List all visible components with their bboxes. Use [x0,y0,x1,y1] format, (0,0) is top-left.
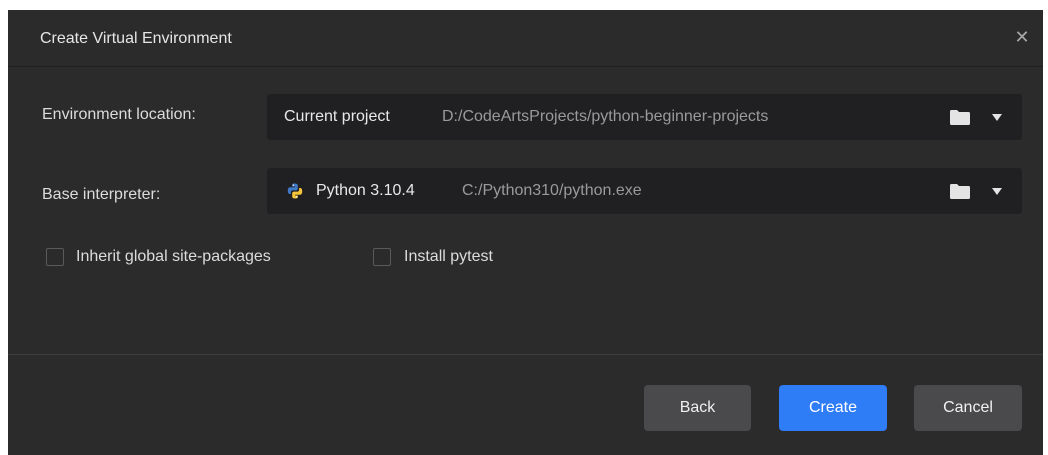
close-icon[interactable]: ✕ [1013,28,1031,46]
environment-location-label: Environment location: [42,106,196,123]
chevron-down-icon[interactable] [992,114,1002,121]
dialog-titlebar: Create Virtual Environment ✕ [8,10,1043,67]
folder-icon[interactable] [950,110,970,125]
base-interpreter-version: Python 3.10.4 [316,182,415,199]
folder-icon[interactable] [950,184,970,199]
create-virtual-environment-dialog: Create Virtual Environment ✕ Environment… [8,10,1043,455]
base-interpreter-label: Base interpreter: [42,186,161,203]
environment-location-path: D:/CodeArtsProjects/python-beginner-proj… [442,108,769,125]
create-button[interactable]: Create [779,385,887,431]
environment-location-type: Current project [284,108,390,125]
back-button[interactable]: Back [644,385,751,431]
cancel-button[interactable]: Cancel [914,385,1022,431]
base-interpreter-field[interactable]: Python 3.10.4 C:/Python310/python.exe [267,168,1022,214]
install-pytest-checkbox[interactable] [373,248,391,266]
inherit-site-packages-checkbox[interactable] [46,248,64,266]
base-interpreter-path: C:/Python310/python.exe [462,182,642,199]
inherit-site-packages-label: Inherit global site-packages [76,248,271,265]
python-icon [287,183,303,199]
install-pytest-label: Install pytest [404,248,493,265]
chevron-down-icon[interactable] [992,188,1002,195]
footer-divider [8,354,1043,355]
environment-location-field[interactable]: Current project D:/CodeArtsProjects/pyth… [267,94,1022,140]
dialog-title: Create Virtual Environment [40,30,232,47]
